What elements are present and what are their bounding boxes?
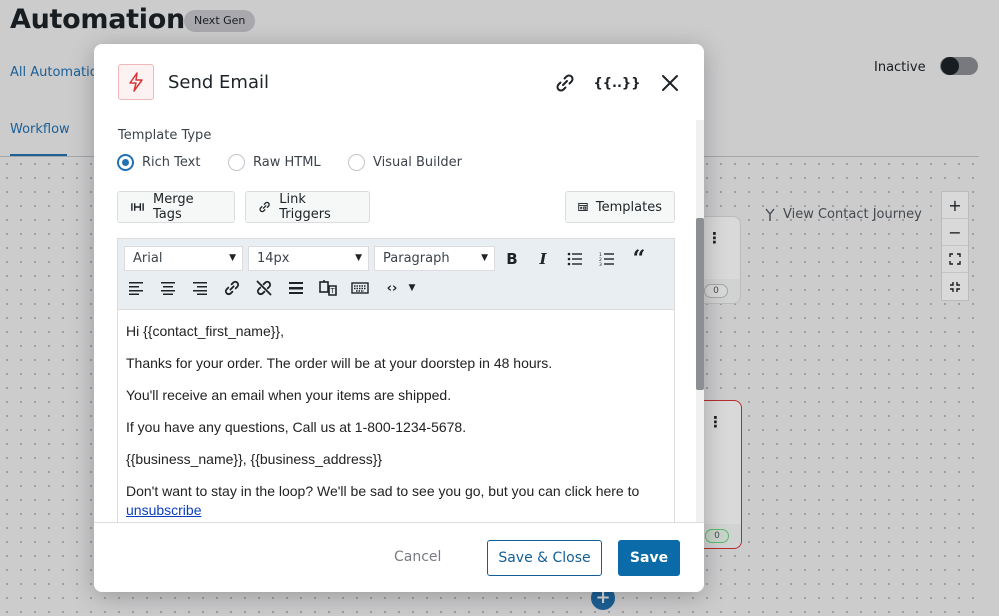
horizontal-rule-icon[interactable]: [284, 276, 308, 300]
unlink-icon[interactable]: [252, 276, 276, 300]
chevron-down-icon: ▼: [481, 253, 488, 263]
send-email-modal: Send Email {{..}} Template Type Rich Tex…: [94, 44, 704, 592]
radio-indicator: [348, 154, 365, 171]
paste-text-icon[interactable]: T: [316, 276, 340, 300]
svg-text:3: 3: [599, 262, 602, 266]
modal-title: Send Email: [168, 72, 269, 93]
insert-link-icon[interactable]: [220, 276, 244, 300]
modal-footer: Cancel Save & Close Save: [94, 522, 704, 592]
modal-scrollbar[interactable]: [696, 120, 704, 522]
email-line-unsubscribe: Don't want to stay in the loop? We'll be…: [126, 482, 666, 520]
merge-tags-icon[interactable]: {{..}}: [594, 70, 641, 96]
radio-rich-text[interactable]: Rich Text: [117, 154, 200, 171]
unsubscribe-link[interactable]: unsubscribe: [126, 502, 202, 518]
block-format-value: Paragraph: [383, 251, 450, 266]
merge-tags-label: Merge Tags: [153, 192, 194, 222]
link-icon[interactable]: [552, 70, 578, 96]
blockquote-icon[interactable]: “: [627, 246, 651, 272]
email-line: If you have any questions, Call us at 1-…: [126, 419, 467, 435]
chevron-down-icon[interactable]: ▼: [400, 276, 424, 300]
font-family-value: Arial: [133, 251, 163, 266]
modal-body: Template Type Rich Text Raw HTML Visual …: [94, 120, 704, 522]
svg-text:T: T: [330, 287, 336, 295]
action-type-icon: [118, 64, 154, 100]
radio-visual-builder[interactable]: Visual Builder: [348, 154, 462, 171]
lightning-icon: [129, 72, 143, 92]
font-size-select[interactable]: 14px ▼: [248, 246, 369, 271]
radio-raw-html[interactable]: Raw HTML: [228, 154, 321, 171]
align-center-icon[interactable]: [156, 276, 180, 300]
editor-toolbar: Arial ▼ 14px ▼ Paragraph ▼ B I 123 “ T ‹…: [118, 239, 674, 310]
align-right-icon[interactable]: [188, 276, 212, 300]
link-small-icon: [259, 201, 270, 213]
merge-tags-button[interactable]: Merge Tags: [117, 191, 235, 223]
italic-icon[interactable]: I: [531, 247, 555, 271]
radio-label: Visual Builder: [373, 155, 462, 170]
radio-indicator: [228, 154, 245, 171]
bold-icon[interactable]: B: [500, 247, 524, 271]
radio-indicator: [117, 154, 134, 171]
save-close-button[interactable]: Save & Close: [487, 540, 602, 576]
save-button[interactable]: Save: [618, 540, 680, 576]
scrollbar-thumb[interactable]: [696, 218, 704, 390]
keyboard-icon[interactable]: [348, 276, 372, 300]
chevron-down-icon: ▼: [355, 253, 362, 263]
block-format-select[interactable]: Paragraph ▼: [374, 246, 495, 271]
email-line: You'll receive an email when your items …: [126, 387, 452, 403]
radio-label: Raw HTML: [253, 155, 321, 170]
email-line: {{business_name}}, {{business_address}}: [126, 451, 383, 467]
chevron-down-icon: ▼: [229, 253, 236, 263]
bullet-list-icon[interactable]: [563, 247, 587, 271]
email-line: Thanks for your order. The order will be…: [126, 355, 553, 371]
template-type-label: Template Type: [118, 128, 212, 143]
font-size-value: 14px: [257, 251, 290, 266]
link-triggers-label: Link Triggers: [279, 192, 331, 222]
cancel-button[interactable]: Cancel: [394, 549, 441, 565]
radio-label: Rich Text: [142, 155, 201, 170]
font-family-select[interactable]: Arial ▼: [124, 246, 243, 271]
modal-header: Send Email {{..}}: [94, 44, 704, 120]
align-left-icon[interactable]: [124, 276, 148, 300]
templates-icon: [578, 203, 588, 211]
rich-text-editor: Arial ▼ 14px ▼ Paragraph ▼ B I 123 “ T ‹…: [117, 238, 675, 522]
editor-content[interactable]: Hi {{contact_first_name}}, Thanks for yo…: [118, 310, 674, 522]
numbered-list-icon[interactable]: 123: [595, 247, 619, 271]
templates-label: Templates: [595, 199, 662, 215]
close-icon[interactable]: [657, 70, 683, 96]
email-line: Hi {{contact_first_name}},: [126, 323, 284, 339]
merge-tags-small-icon: [131, 203, 144, 211]
unsubscribe-text: Don't want to stay in the loop? We'll be…: [126, 483, 640, 499]
templates-button[interactable]: Templates: [565, 191, 675, 223]
link-triggers-button[interactable]: Link Triggers: [245, 191, 370, 223]
